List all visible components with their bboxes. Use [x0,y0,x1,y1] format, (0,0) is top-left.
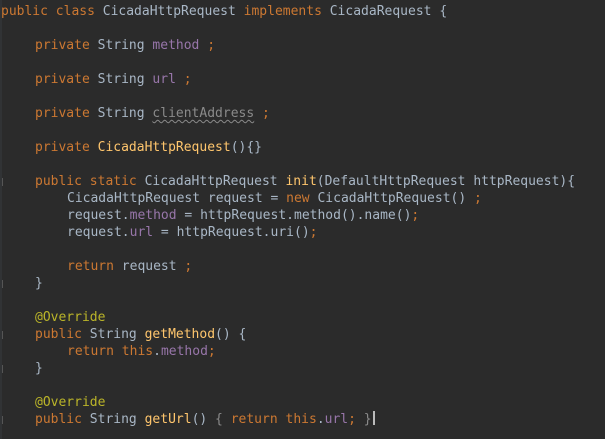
code-line-class-declaration[interactable]: public class CicadaHttpRequest implement… [1,3,447,20]
folded-brace-open[interactable]: { [215,412,231,427]
class-name: CicadaHttpRequest [102,4,244,19]
code-line-close-get-method[interactable]: } [35,360,43,377]
code-line-field-url[interactable]: private String url ; [35,71,192,88]
field-name: method [152,38,208,53]
semicolon: ; [184,259,193,274]
type-name: String [89,327,145,342]
statement-text: request [121,259,185,274]
field-name: url [129,225,154,240]
brace: { [439,4,448,19]
method-name: init [285,174,317,189]
semicolon: ; [309,225,318,240]
semicolon: ; [207,38,216,53]
field-name: method [160,344,208,359]
type-name: String [97,72,153,87]
interface-name: CicadaRequest [329,4,440,19]
code-line-return-method[interactable]: return this.method; [67,343,216,360]
type-name: String [97,38,153,53]
parameters: (DefaultHttpRequest httpRequest){ [316,174,576,189]
code-line-new-request[interactable]: CicadaHttpRequest request = new CicadaHt… [67,190,482,207]
statement-text: CicadaHttpRequest() [317,191,475,206]
annotation: @Override [35,395,106,410]
keyword: public class [1,4,103,19]
fold-marker[interactable] [2,365,9,373]
code-line-override-annotation[interactable]: @Override [35,394,105,411]
fold-marker[interactable] [2,331,9,339]
brace: } [35,276,43,291]
text-caret [372,411,375,425]
keyword: return [230,412,286,427]
code-line-get-method-signature[interactable]: public String getMethod() { [35,326,246,343]
editor-gutter [0,0,2,439]
semicolon: ; [474,191,482,206]
statement-text: = httpRequest.uri() [153,225,310,240]
brace: } [35,361,43,376]
dot: . [153,344,161,359]
keyword: this [285,412,317,427]
keyword: private [35,38,98,53]
parameters: () { [215,327,247,342]
code-line-set-method[interactable]: request.method = httpRequest.method().na… [67,207,419,224]
fold-marker[interactable] [2,280,9,288]
constructor-name: CicadaHttpRequest [97,140,231,155]
keyword: return [67,344,122,359]
keyword: public [35,412,90,427]
code-line-return-request[interactable]: return request ; [67,258,192,275]
code-line-field-client-address[interactable]: private String clientAddress ; [35,105,270,122]
keyword: private [35,106,98,121]
code-editor[interactable]: public class CicadaHttpRequest implement… [0,0,605,439]
type-name: String [89,412,145,427]
keyword: public static [35,174,145,189]
parameters: () [191,412,216,427]
keyword: new [286,191,318,206]
statement-text: = httpRequest.method().name() [176,208,412,223]
code-line-field-method[interactable]: private String method ; [35,37,215,54]
keyword: public [35,327,90,342]
field-name: method [129,208,177,223]
keyword: implements [243,4,330,19]
code-line-set-url[interactable]: request.url = httpRequest.uri(); [67,224,317,241]
annotation: @Override [35,310,106,325]
code-line-override-annotation[interactable]: @Override [35,309,105,326]
keyword: private [35,72,98,87]
semicolon: ; [348,412,356,427]
field-name: url [152,72,184,87]
method-name: getUrl [144,412,192,427]
keyword: this [121,344,154,359]
dot: . [316,412,325,427]
type-name: String [97,106,153,121]
semicolon: ; [411,208,420,223]
field-name: url [324,412,349,427]
unused-field-name: clientAddress [152,106,255,121]
statement-text: CicadaHttpRequest request = [67,191,287,206]
keyword: private [35,140,98,155]
keyword: return [67,259,122,274]
statement-text: request. [67,208,130,223]
code-line-constructor[interactable]: private CicadaHttpRequest(){} [35,139,262,156]
folded-brace-close[interactable]: } [364,412,372,427]
code-line-close-init[interactable]: } [35,275,43,292]
semicolon: ; [183,72,192,87]
code-line-get-url-folded[interactable]: public String getUrl() { return this.url… [35,411,375,428]
semicolon: ; [207,344,216,359]
statement-text: request. [67,225,130,240]
semicolon: ; [262,106,270,121]
fold-marker[interactable] [2,178,9,186]
code-line-init-signature[interactable]: public static CicadaHttpRequest init(Def… [35,173,575,190]
fold-marker[interactable] [2,416,9,424]
constructor-body: (){} [230,140,262,155]
method-name: getMethod [144,327,216,342]
type-name: CicadaHttpRequest [144,174,286,189]
